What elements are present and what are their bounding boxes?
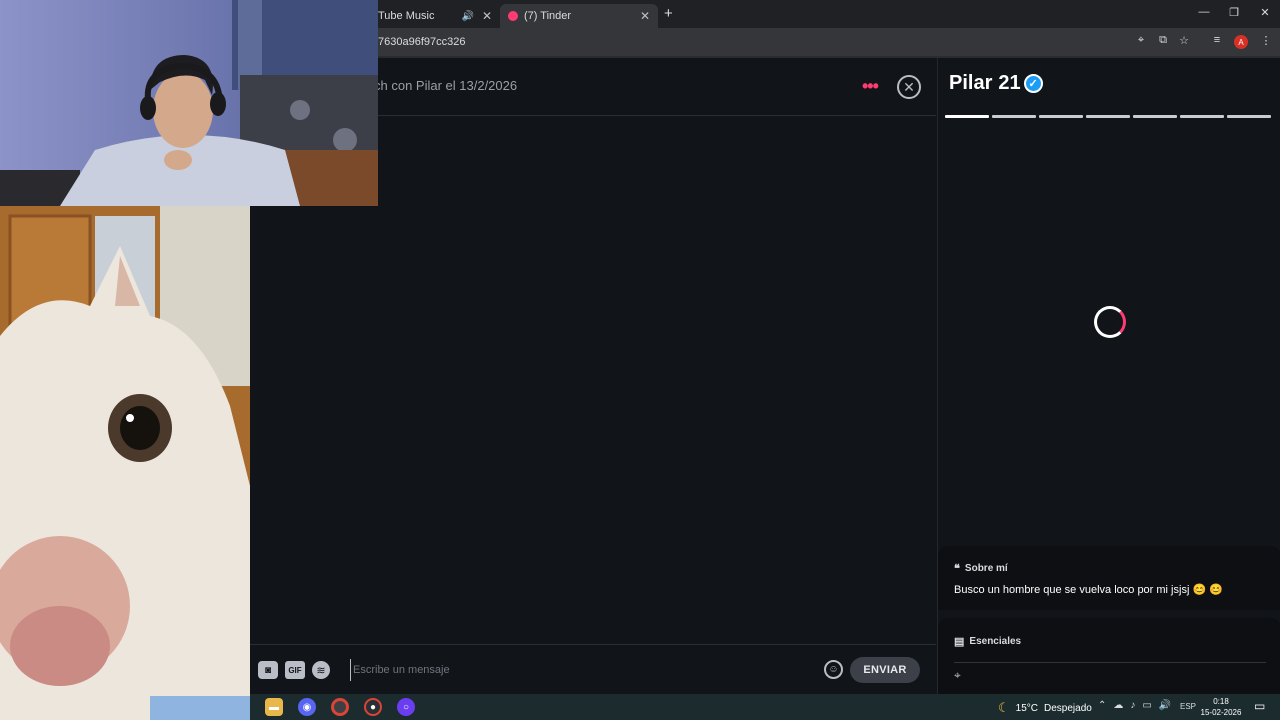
windows-taskbar: ▬ ◉ ● ○ ☾ 15°C Despejado ⌃ ☁ ♪ ▭ 🔊 ESP 0… [250,694,1280,720]
new-tab-button[interactable]: + [664,5,673,22]
tab-youtube-music[interactable]: Tube Music 🔊 ✕ [370,4,500,28]
profile-name: Pilar [949,72,993,94]
clock[interactable]: 0:18 15-02-2026 [1196,696,1246,718]
message-input[interactable] [350,659,810,681]
notification-icon[interactable]: ▭ [1254,699,1265,713]
profile-panel: Pilar 21 ✓ ❝ Sobre mí Busco un hombre qu… [937,58,1280,694]
about-me-card: ❝ Sobre mí Busco un hombre que se vuelva… [938,546,1280,610]
id-card-icon: ▤ [954,636,965,648]
moon-icon: ☾ [998,700,1010,715]
spotify-icon[interactable]: ≋ [312,661,330,679]
essentials-title: ▤ Esenciales [954,635,1021,648]
photo-indicator[interactable] [1180,115,1224,118]
close-tab-icon[interactable]: ✕ [640,9,650,23]
photo-indicator[interactable] [992,115,1036,118]
photo-indicator[interactable] [1227,115,1271,118]
language-indicator[interactable]: ESP [1180,702,1196,711]
close-window-button[interactable]: ✕ [1255,6,1275,19]
photo-indicator[interactable] [945,115,989,118]
loading-spinner-icon [1094,306,1126,338]
clock-time: 0:18 [1213,697,1229,706]
about-title-label: Sobre mí [964,563,1008,574]
obs-icon[interactable]: ● [364,698,382,716]
system-tray: ⌃ ☁ ♪ ▭ 🔊 [1098,700,1171,711]
volume-icon[interactable]: 🔊 [1159,700,1171,711]
streamer-webcam-image [0,0,378,206]
chrome-icon[interactable] [331,698,349,716]
kebab-menu-icon[interactable]: ⋮ [1258,34,1274,47]
minimize-button[interactable]: — [1194,6,1214,18]
match-date-text: ch con Pilar el 13/2/2026 [374,78,518,93]
location-pin-icon[interactable]: ⌖ [1133,34,1149,47]
divider [954,662,1266,663]
tab-tinder[interactable]: (7) Tinder ✕ [500,4,658,28]
emoji-icon[interactable]: ☺ [824,660,843,679]
profile-avatar[interactable]: A [1234,35,1248,49]
discord-icon[interactable]: ◉ [298,698,316,716]
speaker-icon[interactable]: 🔊 [462,11,474,22]
url-text[interactable]: 7630a96f97cc326 [378,36,465,48]
about-title: ❝ Sobre mí [954,562,1008,575]
chevron-up-icon[interactable]: ⌃ [1098,700,1106,711]
onedrive-icon[interactable]: ☁ [1113,700,1123,711]
cat-webcam-image [0,206,250,720]
weather-temp: 15°C [1015,702,1038,714]
weather-desc: Despejado [1044,702,1092,714]
webcam-streamer [0,0,378,206]
weather-widget[interactable]: ☾ 15°C Despejado [998,700,1092,716]
close-chat-button[interactable]: ✕ [897,75,921,99]
quote-icon: ❝ [954,563,960,575]
photo-indicator[interactable] [1039,115,1083,118]
tinder-flame-icon [508,11,518,21]
media-control-icon[interactable]: ≡ [1209,34,1225,46]
clock-date: 15-02-2026 [1200,708,1242,717]
verified-badge-icon: ✓ [1023,74,1043,93]
gif-button[interactable]: GIF [285,661,305,679]
more-options-icon[interactable]: ••• [862,76,879,97]
install-app-icon[interactable]: ⧉ [1155,34,1171,47]
essentials-card: ▤ Esenciales ⌖ [938,618,1280,694]
webcam-cat [0,206,250,720]
photo-indicator[interactable] [1133,115,1177,118]
microphone-icon[interactable]: ♪ [1130,700,1135,711]
message-composer: ◙ GIF ≋ ☺ ENVIAR [250,644,936,694]
profile-age: 21 [998,72,1021,94]
about-text: Busco un hombre que se vuelva loco por m… [954,584,1223,596]
bookmark-star-icon[interactable]: ☆ [1176,34,1192,47]
tab-label: (7) Tinder [524,10,572,22]
profile-name-age: Pilar 21 ✓ [949,72,1043,95]
essentials-title-label: Esenciales [969,636,1022,647]
restore-button[interactable]: ❐ [1224,6,1244,19]
network-icon[interactable]: ▭ [1142,700,1151,711]
send-button[interactable]: ENVIAR [850,657,920,683]
app-icon[interactable]: ○ [397,698,415,716]
sticker-icon[interactable]: ◙ [258,661,278,679]
photo-indicator[interactable] [1086,115,1130,118]
file-explorer-icon[interactable]: ▬ [265,698,283,716]
tab-label: Tube Music [378,10,435,22]
location-pin-icon: ⌖ [954,668,961,682]
close-tab-icon[interactable]: ✕ [482,9,492,23]
